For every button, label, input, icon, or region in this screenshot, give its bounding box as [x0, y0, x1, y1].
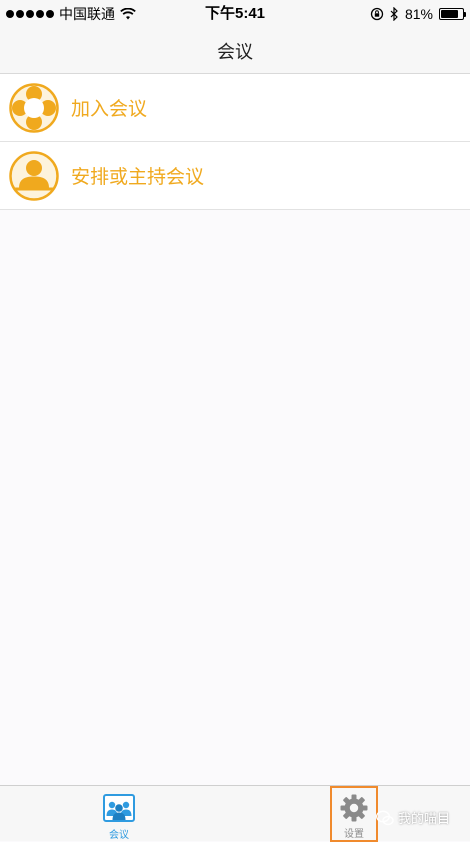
join-meeting-icon [9, 82, 59, 133]
host-meeting-label: 安排或主持会议 [71, 166, 205, 188]
tab-settings[interactable]: 设置 [330, 786, 378, 842]
watermark: 我的喵目 [376, 808, 450, 827]
status-right: 81% [370, 4, 466, 24]
battery-icon [439, 8, 466, 20]
join-meeting-item[interactable]: 加入会议 [0, 74, 470, 142]
meeting-menu-list: 加入会议 安排或主持会议 [0, 74, 470, 210]
chat-bubble-icon [376, 810, 394, 825]
bluetooth-icon [390, 7, 398, 21]
navigation-bar: 会议 [0, 28, 470, 74]
tab-meeting[interactable]: 会议 [92, 786, 146, 842]
host-meeting-item[interactable]: 安排或主持会议 [0, 142, 470, 210]
join-meeting-label: 加入会议 [71, 98, 148, 120]
gear-icon [340, 794, 368, 822]
host-meeting-icon [9, 150, 59, 201]
meeting-icon [103, 794, 135, 822]
orientation-lock-icon [370, 7, 384, 21]
battery-level [441, 10, 458, 18]
battery-percent: 81% [404, 6, 433, 22]
status-bar: 中国联通 下午5:41 81% [0, 0, 470, 28]
watermark-text: 我的喵目 [398, 812, 451, 827]
page-title: 会议 [217, 42, 253, 63]
tab-settings-label: 设置 [344, 829, 364, 840]
tab-meeting-label: 会议 [109, 830, 129, 841]
